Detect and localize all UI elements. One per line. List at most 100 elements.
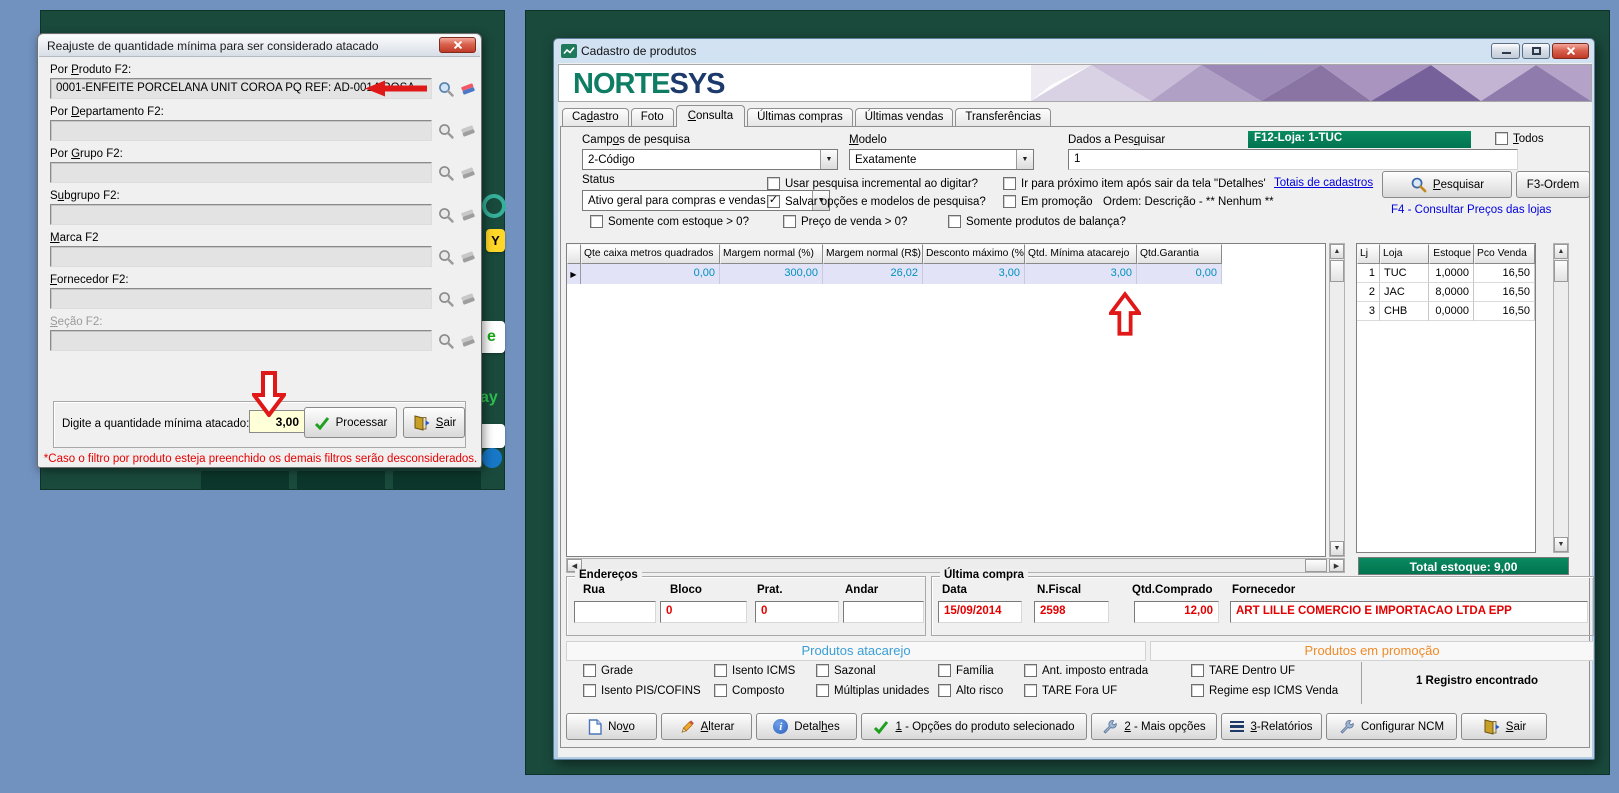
andar-input[interactable] [843, 601, 924, 623]
detalhes-button[interactable]: i Detalhes [756, 713, 857, 740]
f4-consultar-precos[interactable]: F4 - Consultar Preços das lojas [1391, 204, 1551, 216]
bloco-input[interactable]: 0 [660, 601, 747, 623]
search-icon[interactable] [437, 80, 455, 98]
chevron-down-icon[interactable] [820, 150, 837, 169]
familia-checkbox[interactable] [938, 664, 951, 677]
tare-dentro-checkbox[interactable] [1191, 664, 1204, 677]
eraser-icon[interactable] [459, 80, 477, 98]
window-title-bar[interactable]: Cadastro de produtos [554, 39, 1594, 63]
subgrupo-input[interactable] [50, 204, 432, 225]
incremental-checkbox[interactable] [767, 177, 780, 190]
tare-fora-checkbox[interactable] [1024, 684, 1037, 697]
composto-checkbox[interactable] [714, 684, 727, 697]
configurar-ncm-button[interactable]: Configurar NCM [1326, 713, 1457, 740]
tab-cadastro[interactable]: Cadastro [562, 108, 629, 126]
modelo-dropdown[interactable]: Exatamente [849, 149, 1034, 170]
rua-input[interactable] [574, 601, 656, 623]
table-row[interactable]: 2 JAC 8,0000 16,50 [1357, 283, 1535, 302]
marca-input[interactable] [50, 246, 432, 267]
search-icon[interactable] [437, 290, 455, 308]
salvar-opcoes-checkbox[interactable] [767, 195, 780, 208]
scroll-up-icon[interactable] [1330, 244, 1344, 259]
eraser-icon[interactable] [459, 332, 477, 350]
maximize-icon[interactable] [1522, 43, 1550, 59]
fornecedor-input[interactable]: ART LILLE COMERCIO E IMPORTACAO LTDA EPP [1230, 601, 1588, 623]
eraser-icon[interactable] [459, 164, 477, 182]
isento-icms-checkbox[interactable] [714, 664, 727, 677]
em-promocao-checkbox[interactable] [1003, 195, 1016, 208]
scroll-down-icon[interactable] [1330, 541, 1344, 556]
cell: CHB [1380, 302, 1429, 321]
processar-button[interactable]: Processar [304, 407, 397, 438]
grupo-input[interactable] [50, 162, 432, 183]
todos-checkbox[interactable] [1495, 132, 1508, 145]
grade-checkbox[interactable] [583, 664, 596, 677]
produtos-balanca-checkbox[interactable] [948, 215, 961, 228]
quantity-label: Digite a quantidade mínima atacado: [62, 418, 249, 430]
search-icon[interactable] [437, 332, 455, 350]
tab-ultimas-compras[interactable]: Últimas compras [747, 108, 853, 126]
regime-icms-checkbox[interactable] [1191, 684, 1204, 697]
alterar-button[interactable]: Alterar [661, 713, 752, 740]
tab-ultimas-vendas[interactable]: Últimas vendas [855, 108, 954, 126]
fornecedor-input[interactable] [50, 288, 432, 309]
composto-label: Composto [732, 685, 784, 697]
campos-dropdown[interactable]: 2-Código [582, 149, 838, 170]
sair-button[interactable]: Sair [1461, 713, 1547, 740]
table-row[interactable]: 0,00 300,00 26,02 3,00 3,00 0,00 [567, 264, 1222, 284]
prat-input[interactable]: 0 [755, 601, 839, 623]
scrollbar-thumb[interactable] [1554, 260, 1568, 282]
search-icon[interactable] [437, 122, 455, 140]
campos-label: Campos de pesquisa [582, 134, 690, 146]
scroll-down-icon[interactable] [1554, 537, 1568, 552]
table-row[interactable]: 3 CHB 0,0000 16,50 [1357, 302, 1535, 321]
table-row[interactable]: 1 TUC 1,0000 16,50 [1357, 264, 1535, 283]
multiplas-checkbox[interactable] [816, 684, 829, 697]
pesquisar-button[interactable]: Pesquisar [1382, 171, 1512, 198]
relatorios-button[interactable]: 3-Relatórios [1221, 713, 1322, 740]
ultima-compra-groupbox: Última compra Data N.Fiscal Qtd.Comprado… [931, 576, 1594, 636]
sair-button[interactable]: Sair [403, 407, 465, 438]
tab-consulta[interactable]: Consulta [676, 105, 745, 127]
eraser-icon[interactable] [459, 122, 477, 140]
scrollbar-thumb[interactable] [1330, 260, 1344, 282]
ant-imposto-checkbox[interactable] [1024, 664, 1037, 677]
dialog-title-bar[interactable]: Reajuste de quantidade mínima para ser c… [39, 35, 480, 57]
ir-proximo-checkbox[interactable] [1003, 177, 1016, 190]
data-input[interactable]: 15/09/2014 [938, 601, 1022, 623]
preco-venda-checkbox[interactable] [783, 215, 796, 228]
search-icon[interactable] [437, 248, 455, 266]
opcoes-produto-button[interactable]: 1 - Opções do produto selecionado [861, 713, 1087, 740]
scroll-up-icon[interactable] [1554, 244, 1568, 259]
alto-risco-checkbox[interactable] [938, 684, 951, 697]
totais-cadastros-link[interactable]: Totais de cadastros [1274, 177, 1373, 189]
chevron-down-icon[interactable] [1016, 150, 1033, 169]
minimize-icon[interactable] [1491, 43, 1520, 59]
nfiscal-input[interactable]: 2598 [1034, 601, 1109, 623]
sazonal-checkbox[interactable] [816, 664, 829, 677]
close-icon[interactable] [439, 37, 476, 53]
mais-opcoes-button[interactable]: 2 - Mais opções [1091, 713, 1217, 740]
f3-ordem-button[interactable]: F3-Ordem [1516, 171, 1590, 198]
departamento-input[interactable] [50, 120, 432, 141]
novo-button[interactable]: Novo [566, 713, 657, 740]
search-icon[interactable] [437, 206, 455, 224]
eraser-icon[interactable] [459, 206, 477, 224]
dados-input[interactable]: 1 [1068, 149, 1518, 170]
eraser-icon[interactable] [459, 290, 477, 308]
close-icon[interactable] [1552, 43, 1589, 59]
field-label-produto: Por Produto F2: [50, 64, 131, 76]
tab-foto[interactable]: Foto [631, 108, 674, 126]
search-icon[interactable] [437, 164, 455, 182]
somente-estoque-checkbox[interactable] [590, 215, 603, 228]
produtos-promocao-bar: Produtos em promoção [1150, 641, 1594, 661]
scroll-right-icon[interactable] [1329, 559, 1344, 572]
grid-vertical-scrollbar[interactable] [1329, 243, 1345, 557]
scrollbar-thumb[interactable] [1305, 559, 1327, 572]
isento-pis-checkbox[interactable] [583, 684, 596, 697]
secao-input[interactable] [50, 330, 432, 351]
tab-transferencias[interactable]: Transferências [955, 108, 1051, 126]
eraser-icon[interactable] [459, 248, 477, 266]
qtd-comprado-input[interactable]: 12,00 [1134, 601, 1219, 623]
stores-vertical-scrollbar[interactable] [1553, 243, 1569, 553]
